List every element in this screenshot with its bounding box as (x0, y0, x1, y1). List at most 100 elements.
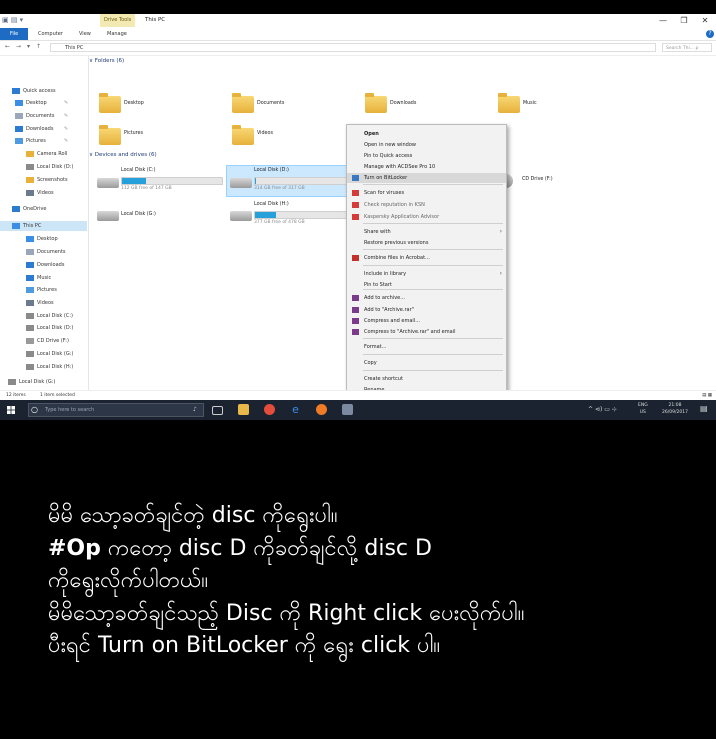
menu-item[interactable]: Turn on BitLocker (347, 173, 506, 183)
pictures-folder-icon[interactable] (99, 125, 121, 145)
menu-item[interactable]: Add to archive... (347, 293, 506, 303)
menu-item[interactable]: Restore previous versions (347, 238, 506, 248)
menu-item[interactable]: Share with › (347, 227, 506, 237)
sidebar-item[interactable]: Local Disk (D:) (0, 162, 87, 172)
menu-item[interactable]: Kaspersky Application Advisor (347, 212, 506, 222)
forward-icon[interactable]: → (16, 43, 21, 50)
language-indicator[interactable]: ENG US (638, 402, 648, 416)
folder-pictures[interactable]: Pictures (124, 131, 143, 136)
sidebar-item[interactable]: Videos (0, 298, 87, 308)
sidebar-item[interactable]: Videos (0, 188, 87, 198)
quick-access-toolbar[interactable]: ▣ ▤ ▾ (2, 16, 23, 24)
address-bar[interactable]: This PC (50, 43, 656, 52)
edge-icon[interactable]: e (290, 404, 301, 415)
folders-header[interactable]: ∨ Folders (6) (89, 58, 124, 64)
drive-d-label[interactable]: Local Disk (D:) (254, 168, 289, 173)
menu-item[interactable]: Scan for viruses (347, 188, 506, 198)
clock[interactable]: 21:08 26/09/2017 (656, 402, 694, 416)
menu-item[interactable]: Include in library › (347, 269, 506, 279)
sidebar-item[interactable]: Local Disk (G:) (0, 349, 87, 359)
documents-folder-icon[interactable] (232, 93, 254, 113)
up-icon[interactable]: ↑ (36, 43, 41, 50)
app-icon[interactable] (342, 404, 353, 415)
downloads-folder-icon[interactable] (365, 93, 387, 113)
microphone-icon[interactable]: ♪ (193, 406, 197, 413)
help-icon[interactable]: ? (706, 30, 714, 38)
menu-item[interactable]: Check reputation in KSN (347, 200, 506, 210)
sidebar-item[interactable]: Desktop ✎ (0, 98, 87, 108)
desktop-folder-icon[interactable] (99, 93, 121, 113)
file-explorer-icon[interactable] (238, 404, 249, 415)
folder-documents[interactable]: Documents (257, 101, 284, 106)
menu-item[interactable]: Compress and email... (347, 316, 506, 326)
menu-item[interactable]: Open (347, 129, 506, 139)
sidebar-item[interactable]: Local Disk (C:) (0, 311, 87, 321)
menu-item[interactable]: Copy (347, 358, 506, 368)
chrome-icon[interactable] (264, 404, 275, 415)
drive-h-label[interactable]: Local Disk (H:) (254, 202, 289, 207)
back-icon[interactable]: ← (5, 43, 10, 50)
firefox-icon[interactable] (316, 404, 327, 415)
sidebar-item[interactable]: Pictures ✎ (0, 136, 87, 146)
sidebar-item[interactable]: Downloads (0, 260, 87, 270)
sidebar-item[interactable]: CD Drive (F:) (0, 336, 87, 346)
tab-manage[interactable]: Manage (107, 28, 127, 40)
sidebar-item[interactable]: Quick access (0, 86, 87, 96)
menu-item[interactable]: Compress to "Archive.rar" and email (347, 327, 506, 337)
sidebar-item[interactable]: Local Disk (D:) (0, 323, 87, 333)
menu-item[interactable]: Add to "Archive.rar" (347, 305, 506, 315)
pin-icon[interactable]: ✎ (64, 124, 68, 134)
folder-music[interactable]: Music (523, 101, 537, 106)
drive-c-label[interactable]: Local Disk (C:) (121, 168, 156, 173)
pin-icon[interactable]: ✎ (64, 98, 68, 108)
sidebar-item[interactable]: Screenshots (0, 175, 87, 185)
drive-h-icon[interactable] (230, 211, 252, 221)
close-button[interactable]: ✕ (696, 14, 714, 27)
sidebar-item[interactable]: Documents (0, 247, 87, 257)
sidebar-item[interactable]: Local Disk (G:) (0, 377, 87, 387)
sidebar-item[interactable]: Local Disk (H:) (0, 362, 87, 372)
maximize-button[interactable]: ❐ (675, 14, 693, 27)
search-input[interactable]: Search Thi... ρ (662, 43, 712, 52)
music-folder-icon[interactable] (498, 93, 520, 113)
task-view-icon[interactable] (212, 406, 223, 415)
menu-item[interactable]: Manage with ACDSee Pro 10 (347, 162, 506, 172)
pin-icon[interactable]: ✎ (64, 136, 68, 146)
sidebar-item[interactable]: Downloads ✎ (0, 124, 87, 134)
sidebar-item[interactable]: Documents ✎ (0, 111, 87, 121)
drive-g-label[interactable]: Local Disk (G:) (121, 212, 156, 217)
menu-item[interactable]: Pin to Quick access (347, 151, 506, 161)
drive-c-icon[interactable] (97, 178, 119, 188)
sidebar-item[interactable]: This PC (0, 221, 87, 231)
drive-d-icon[interactable] (230, 178, 252, 188)
drive-g-icon[interactable] (97, 211, 119, 221)
folder-desktop[interactable]: Desktop (124, 101, 144, 106)
windows-start-icon[interactable] (7, 406, 15, 414)
folder-downloads[interactable]: Downloads (390, 101, 416, 106)
pin-icon[interactable]: ✎ (64, 111, 68, 121)
notifications-icon[interactable]: ▤ (700, 405, 708, 413)
minimize-button[interactable]: — (654, 14, 672, 27)
sidebar-item[interactable]: Camera Roll (0, 149, 87, 159)
menu-item[interactable]: Create shortcut (347, 374, 506, 384)
sidebar-item[interactable]: Desktop (0, 234, 87, 244)
sidebar-item[interactable]: Pictures (0, 285, 87, 295)
tray-icons[interactable]: ^ ⊲) ▭ ⊹ (588, 406, 617, 413)
menu-item[interactable]: Open in new window (347, 140, 506, 150)
tab-file[interactable]: File (0, 28, 28, 40)
tab-view[interactable]: View (79, 28, 91, 40)
folder-videos[interactable]: Videos (257, 131, 273, 136)
caption-hashtag[interactable]: #Op (48, 536, 101, 561)
tab-computer[interactable]: Computer (38, 28, 63, 40)
sidebar-item[interactable]: OneDrive (0, 204, 87, 214)
menu-item[interactable]: Combine files in Acrobat... (347, 253, 506, 263)
cd-drive-icon (26, 337, 34, 344)
taskbar-search-input[interactable]: Type here to search (28, 403, 204, 417)
sidebar-item[interactable]: Music (0, 273, 87, 283)
recent-icon[interactable]: ▾ (27, 43, 30, 50)
videos-folder-icon[interactable] (232, 125, 254, 145)
drives-header[interactable]: ∨ Devices and drives (6) (89, 152, 157, 158)
menu-item[interactable]: Format... (347, 342, 506, 352)
drive-tools-tab[interactable]: Drive Tools (100, 14, 136, 27)
cd-drive-label[interactable]: CD Drive (F:) (522, 177, 553, 182)
